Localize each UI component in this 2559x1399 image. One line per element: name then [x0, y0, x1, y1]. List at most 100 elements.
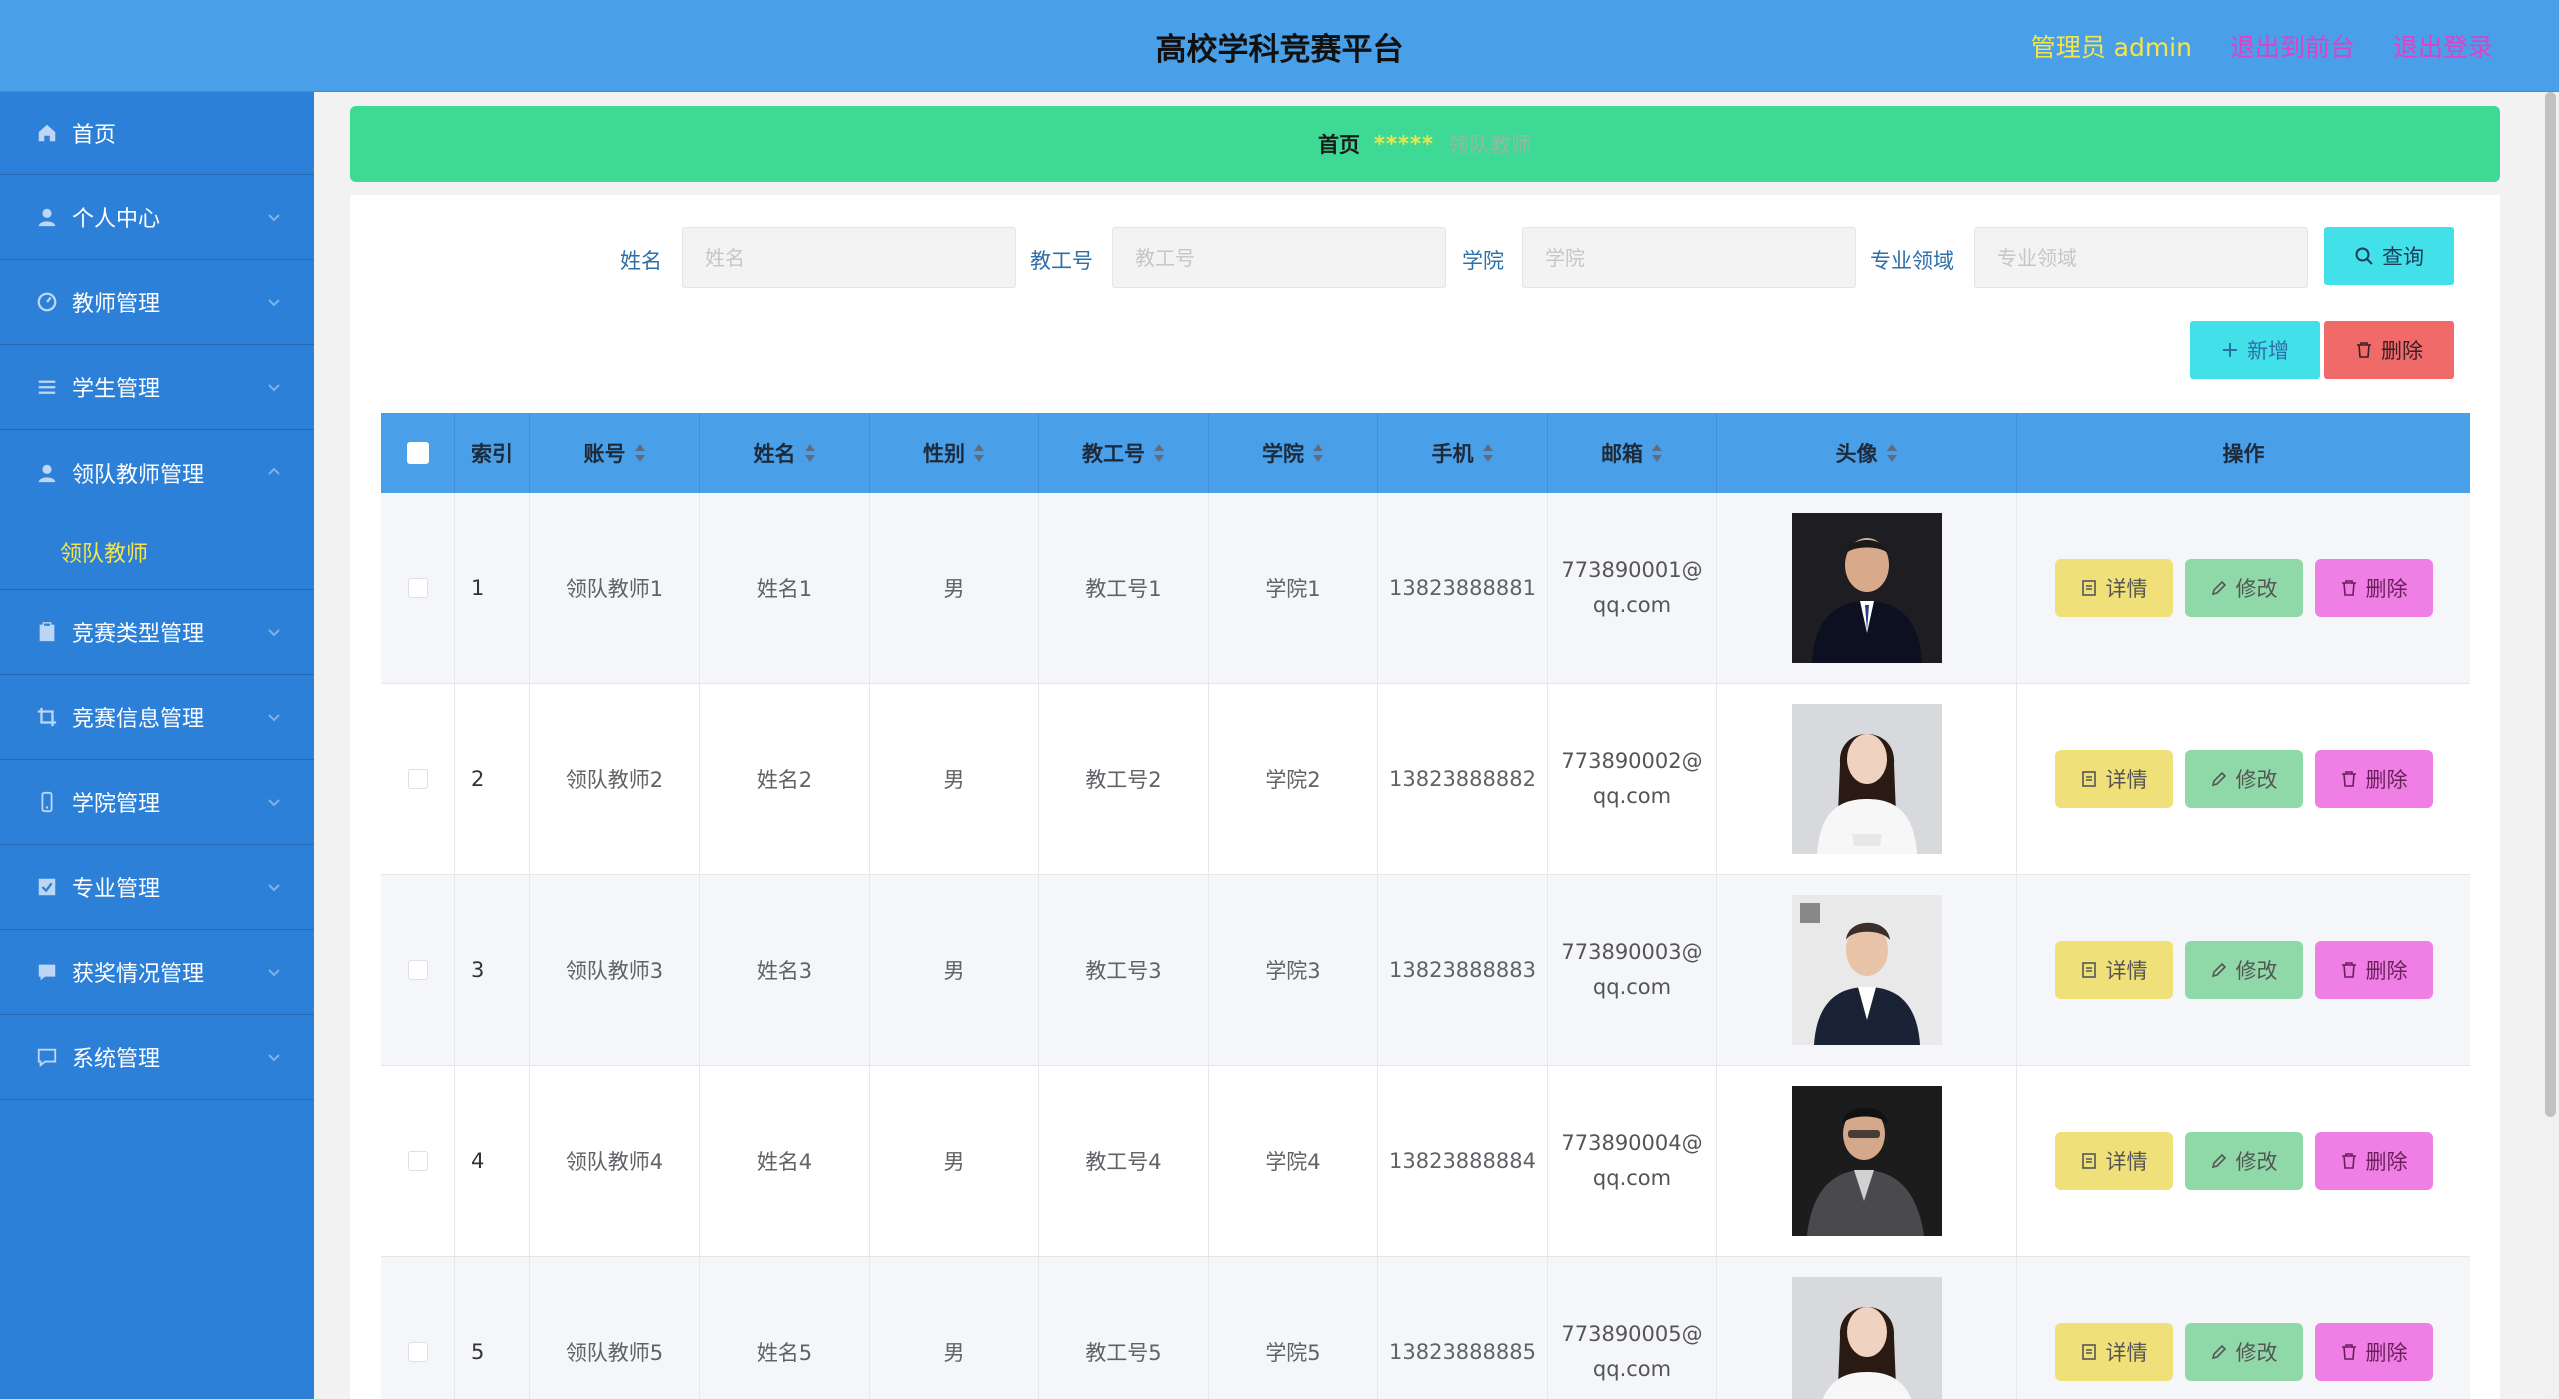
sort-icon[interactable]	[804, 443, 816, 463]
logout-link[interactable]: 退出登录	[2393, 28, 2493, 64]
gender-cell: 男	[870, 684, 1039, 874]
sort-icon[interactable]	[1651, 443, 1663, 463]
col-college-label: 学院	[1262, 442, 1304, 466]
row-checkbox[interactable]	[407, 960, 428, 980]
avatar-cell	[1717, 493, 2017, 683]
chevron-up-icon	[268, 467, 280, 475]
delete-button[interactable]: 删除	[2314, 941, 2433, 999]
add-button[interactable]: 新增	[2190, 321, 2320, 379]
detail-button[interactable]: 详情	[2054, 1323, 2173, 1381]
gender-cell: 男	[870, 493, 1039, 683]
document-icon	[2081, 1344, 2096, 1360]
dashboard-icon	[36, 291, 58, 313]
staff-no-input[interactable]	[1112, 227, 1446, 288]
actions-cell: 详情 修改 删除	[2017, 493, 2470, 683]
index-cell: 2	[455, 684, 530, 874]
page-scrollbar[interactable]	[2542, 92, 2559, 1399]
document-icon	[2081, 580, 2096, 596]
delete-button[interactable]: 删除	[2314, 559, 2433, 617]
account-cell: 领队教师1	[530, 493, 700, 683]
trash-icon	[2341, 771, 2356, 787]
main-card: 姓名 教工号 学院 专业领域 查询 新增 删除 索引 账号 姓名 性别 教工号 …	[350, 195, 2500, 1399]
sort-icon[interactable]	[1312, 443, 1324, 463]
email-line: 773890004@	[1561, 1131, 1703, 1155]
col-account[interactable]: 账号	[530, 413, 700, 493]
sidebar-item-award-mgmt[interactable]: 获奖情况管理	[0, 930, 314, 1015]
name-input[interactable]	[682, 227, 1016, 288]
sidebar-item-major-mgmt[interactable]: 专业管理	[0, 845, 314, 930]
detail-button[interactable]: 详情	[2054, 750, 2173, 808]
college-cell: 学院5	[1209, 1257, 1378, 1399]
sort-icon[interactable]	[973, 443, 985, 463]
row-checkbox[interactable]	[407, 578, 428, 598]
row-select-cell	[381, 684, 455, 874]
sidebar-subitem-lead-teacher[interactable]: 领队教师	[0, 515, 314, 590]
exit-to-front-link[interactable]: 退出到前台	[2230, 28, 2355, 64]
row-select-cell	[381, 1066, 455, 1256]
detail-button[interactable]: 详情	[2054, 1132, 2173, 1190]
avatar[interactable]	[1791, 1086, 1942, 1236]
select-all-checkbox[interactable]	[406, 442, 429, 464]
row-checkbox[interactable]	[407, 1151, 428, 1171]
sidebar-item-system-mgmt[interactable]: 系统管理	[0, 1015, 314, 1100]
sort-icon[interactable]	[1153, 443, 1165, 463]
col-avatar[interactable]: 头像	[1717, 413, 2017, 493]
col-email[interactable]: 邮箱	[1548, 413, 1717, 493]
col-staff-no[interactable]: 教工号	[1039, 413, 1209, 493]
detail-button-label: 详情	[2105, 1150, 2148, 1174]
trash-icon	[2341, 1153, 2356, 1169]
avatar[interactable]	[1791, 895, 1942, 1045]
email-line: 773890001@	[1561, 558, 1703, 582]
sort-icon[interactable]	[1886, 443, 1898, 463]
sidebar-item-teacher-mgmt[interactable]: 教师管理	[0, 260, 314, 345]
sidebar-item-competition-info-mgmt[interactable]: 竞赛信息管理	[0, 675, 314, 760]
breadcrumb-home[interactable]: 首页	[1318, 129, 1360, 159]
phone-cell: 13823888882	[1378, 684, 1548, 874]
sidebar-item-lead-teacher-mgmt[interactable]: 领队教师管理	[0, 430, 314, 515]
detail-button-label: 详情	[2105, 768, 2148, 792]
sort-icon[interactable]	[634, 443, 646, 463]
delete-button[interactable]: 删除	[2314, 1132, 2433, 1190]
field-area-input[interactable]	[1974, 227, 2308, 288]
edit-button[interactable]: 修改	[2184, 1132, 2303, 1190]
edit-button[interactable]: 修改	[2184, 559, 2303, 617]
chevron-down-icon	[268, 1054, 280, 1062]
avatar[interactable]	[1791, 704, 1942, 854]
sidebar-item-home[interactable]: 首页	[0, 92, 314, 175]
col-gender-label: 性别	[923, 442, 965, 466]
col-actions-label: 操作	[2222, 442, 2265, 466]
edit-button[interactable]: 修改	[2184, 1323, 2303, 1381]
delete-button[interactable]: 删除	[2314, 1323, 2433, 1381]
college-input[interactable]	[1522, 227, 1856, 288]
scrollbar-thumb[interactable]	[2545, 92, 2556, 1117]
edit-button[interactable]: 修改	[2184, 750, 2303, 808]
pencil-icon	[2211, 580, 2226, 596]
sidebar-item-college-mgmt[interactable]: 学院管理	[0, 760, 314, 845]
email-line: 773890003@	[1561, 940, 1703, 964]
batch-delete-button[interactable]: 删除	[2324, 321, 2454, 379]
edit-button[interactable]: 修改	[2184, 941, 2303, 999]
row-checkbox[interactable]	[407, 769, 428, 789]
detail-button[interactable]: 详情	[2054, 559, 2173, 617]
row-checkbox[interactable]	[407, 1342, 428, 1362]
actions-cell: 详情 修改 删除	[2017, 875, 2470, 1065]
trash-icon	[2341, 1344, 2356, 1360]
col-phone[interactable]: 手机	[1378, 413, 1548, 493]
avatar[interactable]	[1791, 513, 1942, 663]
detail-button-label: 详情	[2105, 959, 2148, 983]
sidebar-item-competition-type-mgmt[interactable]: 竞赛类型管理	[0, 590, 314, 675]
email-cell: 773890003@ qq.com	[1548, 875, 1717, 1065]
delete-button[interactable]: 删除	[2314, 750, 2433, 808]
col-name[interactable]: 姓名	[700, 413, 870, 493]
query-button[interactable]: 查询	[2324, 227, 2454, 285]
col-college[interactable]: 学院	[1209, 413, 1378, 493]
sort-icon[interactable]	[1482, 443, 1494, 463]
chevron-down-icon	[268, 629, 280, 637]
sidebar-item-student-mgmt[interactable]: 学生管理	[0, 345, 314, 430]
chevron-down-icon	[268, 214, 280, 222]
detail-button[interactable]: 详情	[2054, 941, 2173, 999]
sidebar-item-personal-center[interactable]: 个人中心	[0, 175, 314, 260]
col-gender[interactable]: 性别	[870, 413, 1039, 493]
crop-icon	[36, 706, 58, 728]
avatar[interactable]	[1791, 1277, 1942, 1399]
